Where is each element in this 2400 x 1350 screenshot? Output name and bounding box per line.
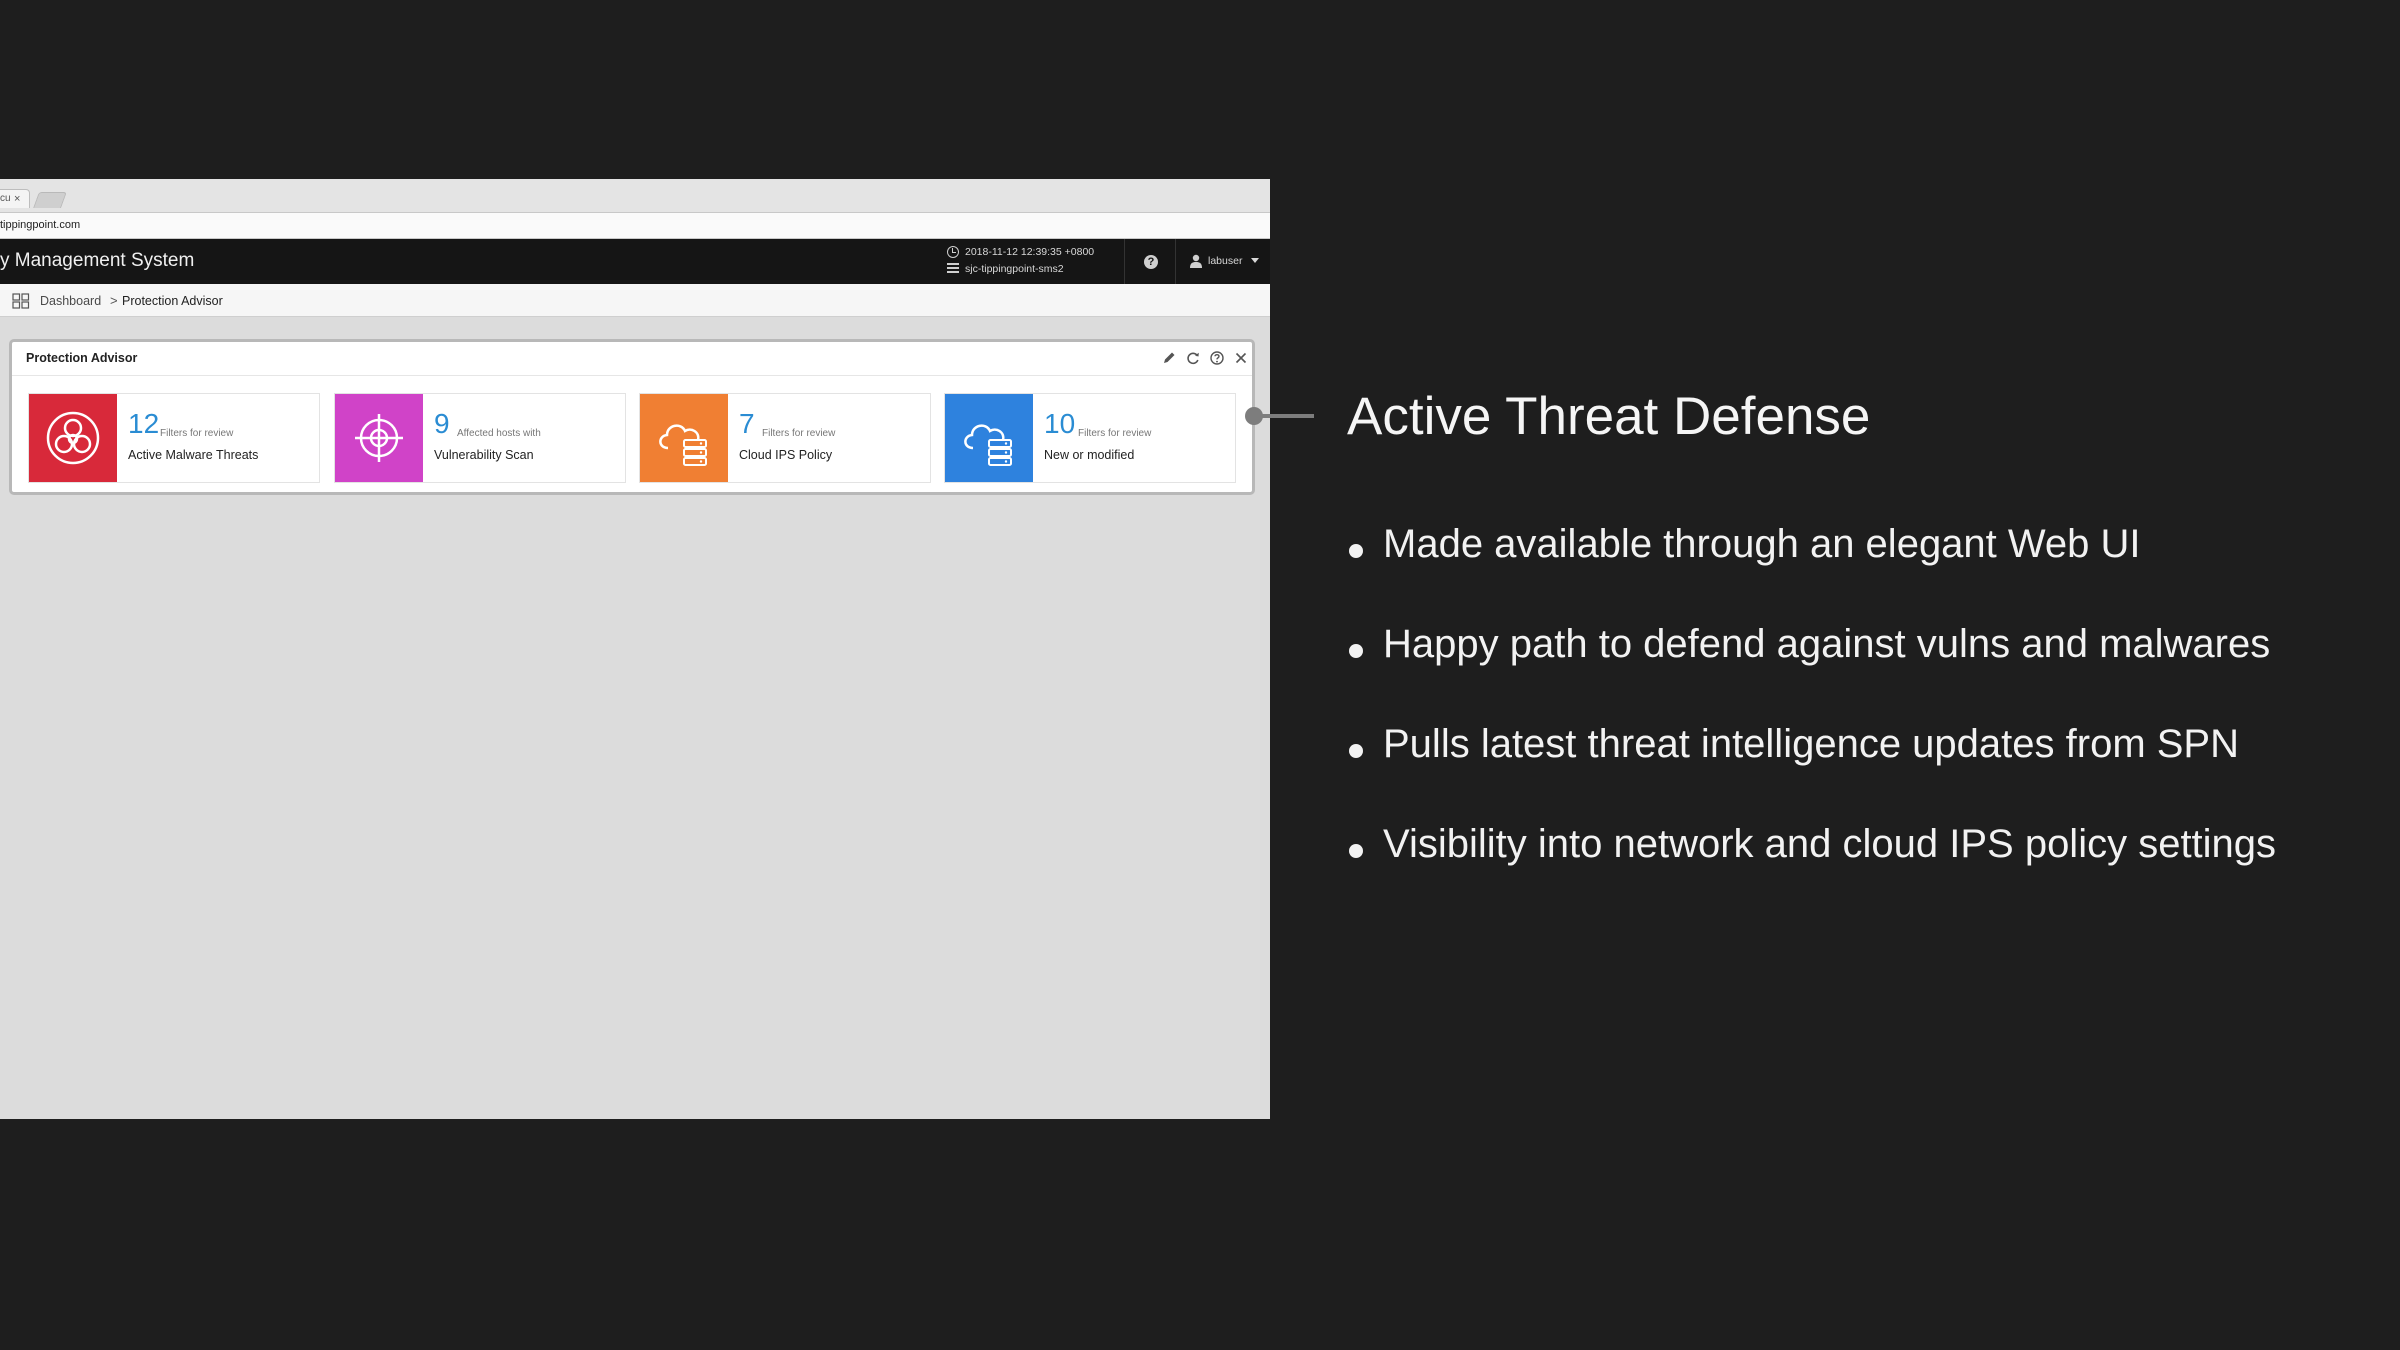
user-menu[interactable]: labuser xyxy=(1208,255,1242,267)
new-tab-button[interactable] xyxy=(33,192,67,208)
app-header: y Management System 2018-11-12 12:39:35 … xyxy=(0,239,1270,284)
card-tile xyxy=(945,394,1033,482)
help-icon[interactable]: ? xyxy=(1144,255,1158,269)
card-active-malware-threats[interactable]: 12 Filters for review Active Malware Thr… xyxy=(28,393,320,483)
widget-title: Protection Advisor xyxy=(26,351,138,365)
biohazard-icon xyxy=(46,411,100,465)
server-name: sjc-tippingpoint-sms2 xyxy=(965,263,1064,275)
card-new-or-modified[interactable]: 10 Filters for review New or modified xyxy=(944,393,1236,483)
card-count: 7 xyxy=(739,408,755,439)
bullet-item: Visibility into network and cloud IPS po… xyxy=(1347,822,2276,922)
card-count: 9 xyxy=(434,408,450,439)
cloud-server-icon xyxy=(964,424,1012,466)
screenshot-window: cu × tippingpoint.com y Management System… xyxy=(0,179,1270,1119)
server-icon xyxy=(947,263,959,274)
header-divider xyxy=(1124,239,1125,284)
card-vulnerability-scan[interactable]: 9 Affected hosts with Vulnerability Scan xyxy=(334,393,626,483)
card-tile xyxy=(640,394,728,482)
bullet-item: Made available through an elegant Web UI xyxy=(1347,522,2276,622)
card-cloud-ips-policy[interactable]: 7 Filters for review Cloud IPS Policy xyxy=(639,393,931,483)
breadcrumb-current: Protection Advisor xyxy=(122,294,223,308)
browser-tab[interactable]: cu × xyxy=(0,189,30,208)
refresh-icon[interactable] xyxy=(1185,350,1201,366)
card-label: Cloud IPS Policy xyxy=(739,448,833,462)
card-label: New or modified xyxy=(1044,448,1135,462)
app-title: y Management System xyxy=(0,250,195,271)
connector-line xyxy=(1260,414,1314,418)
browser-tab-title: cu xyxy=(0,193,11,204)
card-label: Active Malware Threats xyxy=(128,448,259,462)
breadcrumb: Dashboard > Protection Advisor xyxy=(0,284,1270,317)
edit-icon[interactable] xyxy=(1161,350,1177,366)
address-bar[interactable]: tippingpoint.com xyxy=(0,212,1270,239)
card-tile xyxy=(335,394,423,482)
card-subtitle: Filters for review xyxy=(160,428,234,439)
card-subtitle: Affected hosts with xyxy=(457,428,541,439)
timestamp: 2018-11-12 12:39:35 +0800 xyxy=(965,246,1095,258)
user-icon[interactable] xyxy=(1190,254,1202,268)
card-tile xyxy=(29,394,117,482)
crosshair-icon xyxy=(355,414,403,462)
protection-advisor-widget: Protection Advisor 12 Filters for review… xyxy=(9,339,1255,495)
chevron-down-icon[interactable] xyxy=(1251,258,1259,263)
help-icon[interactable] xyxy=(1209,350,1225,366)
header-divider xyxy=(1175,239,1176,284)
clock-icon xyxy=(947,246,959,258)
cloud-server-icon xyxy=(659,424,707,466)
breadcrumb-separator: > xyxy=(110,293,118,308)
card-subtitle: Filters for review xyxy=(1078,428,1152,439)
breadcrumb-dashboard-link[interactable]: Dashboard xyxy=(40,294,101,308)
bullet-list: Made available through an elegant Web UI… xyxy=(1347,522,2276,922)
bullet-item: Happy path to defend against vulns and m… xyxy=(1347,622,2276,722)
widget-divider xyxy=(12,375,1252,376)
dashboard-grid-icon[interactable] xyxy=(12,293,30,309)
close-icon[interactable] xyxy=(1233,350,1249,366)
slide-title: Active Threat Defense xyxy=(1347,387,1871,446)
browser-tab-strip: cu × xyxy=(0,179,1270,212)
card-count: 12 xyxy=(128,408,160,439)
card-subtitle: Filters for review xyxy=(762,428,836,439)
bullet-item: Pulls latest threat intelligence updates… xyxy=(1347,722,2276,822)
card-count: 10 xyxy=(1044,408,1076,439)
card-label: Vulnerability Scan xyxy=(434,448,534,462)
close-icon[interactable]: × xyxy=(14,193,26,205)
